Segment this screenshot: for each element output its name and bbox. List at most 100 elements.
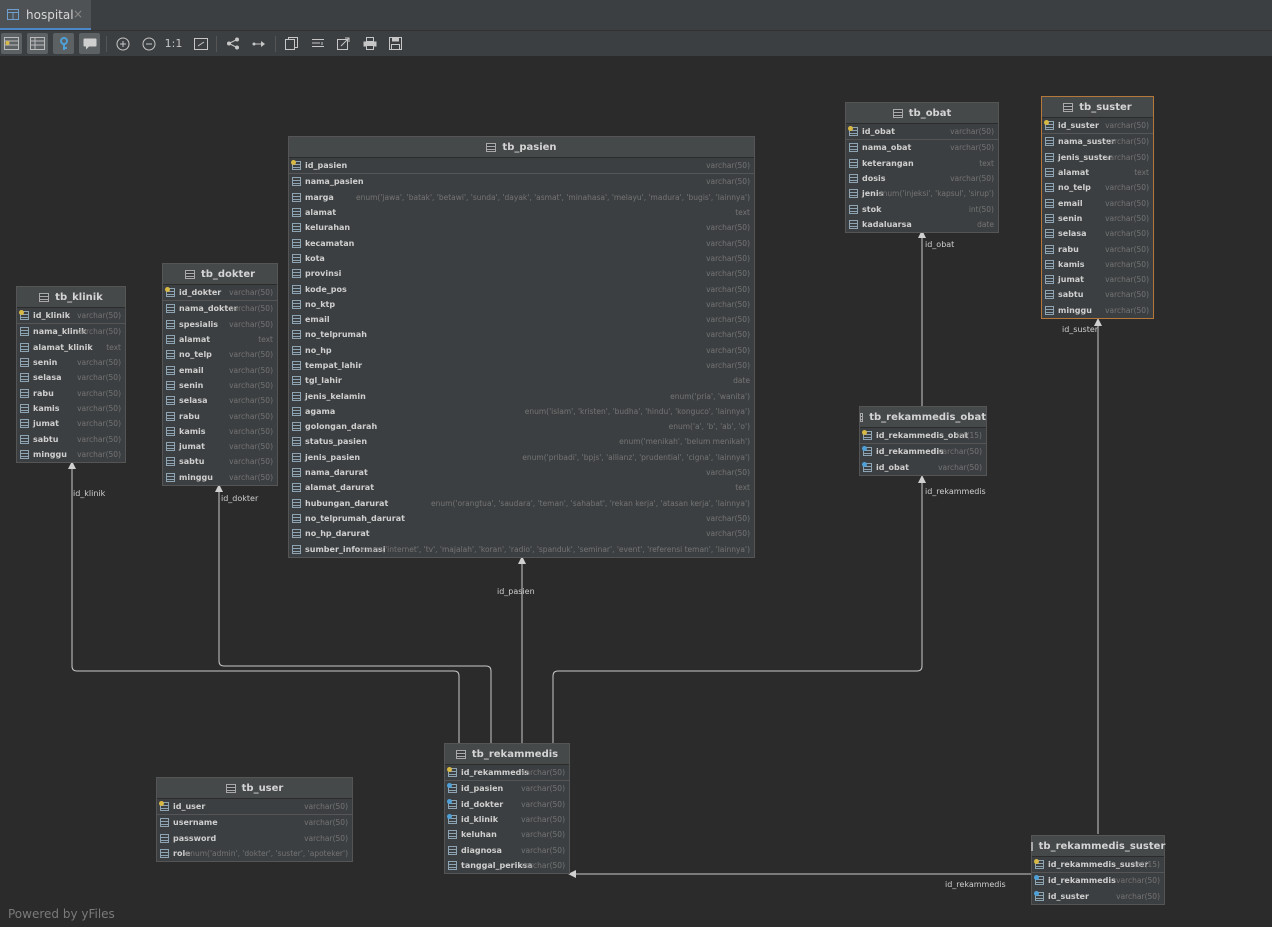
column-row[interactable]: senin varchar(50) bbox=[1042, 211, 1153, 226]
table-tb-klinik[interactable]: tb_klinik id_klinik varchar(50) nama_klinik… bbox=[16, 286, 126, 463]
table-tb-rekammedis-obat[interactable]: tb_rekammedis_obat id_rekammedis_obat int(… bbox=[859, 406, 987, 476]
column-row[interactable]: marga enum('jawa', 'batak', 'betawi', 'su… bbox=[289, 190, 754, 205]
column-row[interactable]: id_dokter varchar(50) bbox=[163, 285, 277, 302]
column-row[interactable]: username varchar(50) bbox=[157, 815, 352, 830]
column-row[interactable]: diagnosa varchar(50) bbox=[445, 842, 569, 857]
column-row[interactable]: nama_dokter varchar(50) bbox=[163, 301, 277, 316]
column-row[interactable]: id_klinik varchar(50) bbox=[17, 308, 125, 325]
column-row[interactable]: jumat varchar(50) bbox=[17, 416, 125, 431]
column-row[interactable]: nama_klinik varchar(50) bbox=[17, 324, 125, 339]
column-row[interactable]: no_telp varchar(50) bbox=[1042, 180, 1153, 195]
column-row[interactable]: keluhan varchar(50) bbox=[445, 827, 569, 842]
diagram-canvas[interactable]: id_klinik id_dokter id_pasien id_obat id… bbox=[0, 56, 1272, 927]
table-tb-pasien[interactable]: tb_pasien id_pasien varchar(50) nama_pasien… bbox=[288, 136, 755, 558]
column-row[interactable]: selasa varchar(50) bbox=[163, 393, 277, 408]
column-row[interactable]: sumber_informasi enum('internet', 'tv', '… bbox=[289, 541, 754, 556]
column-row[interactable]: jenis_kelamin enum('pria', 'wanita') bbox=[289, 388, 754, 403]
column-row[interactable]: keterangan text bbox=[846, 156, 998, 171]
columns-toggle-icon[interactable] bbox=[27, 33, 48, 54]
column-row[interactable]: id_user varchar(50) bbox=[157, 799, 352, 816]
column-row[interactable]: kode_pos varchar(50) bbox=[289, 281, 754, 296]
actual-size-button[interactable]: 1:1 bbox=[163, 33, 184, 54]
column-row[interactable]: id_suster varchar(50) bbox=[1032, 889, 1164, 904]
column-row[interactable]: minggu varchar(50) bbox=[17, 447, 125, 462]
column-row[interactable]: tempat_lahir varchar(50) bbox=[289, 358, 754, 373]
copy-icon[interactable] bbox=[281, 33, 302, 54]
column-row[interactable]: provinsi varchar(50) bbox=[289, 266, 754, 281]
column-row[interactable]: id_rekammedis varchar(50) bbox=[860, 444, 986, 459]
table-tb-suster[interactable]: tb_suster id_suster varchar(50) nama_suster… bbox=[1041, 96, 1154, 319]
key-icon[interactable] bbox=[53, 33, 74, 54]
column-row[interactable]: minggu varchar(50) bbox=[1042, 303, 1153, 318]
column-row[interactable]: password varchar(50) bbox=[157, 831, 352, 846]
key-columns-toggle-icon[interactable] bbox=[1, 33, 22, 54]
zoom-in-icon[interactable] bbox=[112, 33, 133, 54]
column-row[interactable]: jumat varchar(50) bbox=[163, 439, 277, 454]
column-row[interactable]: sabtu varchar(50) bbox=[1042, 287, 1153, 302]
column-row[interactable]: selasa varchar(50) bbox=[17, 370, 125, 385]
column-row[interactable]: alamat text bbox=[163, 332, 277, 347]
column-row[interactable]: alamat text bbox=[289, 205, 754, 220]
column-row[interactable]: stok int(50) bbox=[846, 201, 998, 216]
column-row[interactable]: sabtu varchar(50) bbox=[17, 431, 125, 446]
column-row[interactable]: jenis_pasien enum('pribadi', 'bpjs', 'all… bbox=[289, 450, 754, 465]
column-row[interactable]: sabtu varchar(50) bbox=[163, 454, 277, 469]
column-row[interactable]: no_telprumah_darurat varchar(50) bbox=[289, 511, 754, 526]
column-row[interactable]: minggu varchar(50) bbox=[163, 470, 277, 485]
comment-icon[interactable] bbox=[79, 33, 100, 54]
column-row[interactable]: dosis varchar(50) bbox=[846, 171, 998, 186]
column-row[interactable]: id_klinik varchar(50) bbox=[445, 812, 569, 827]
column-row[interactable]: status_pasien enum('menikah', 'belum meni… bbox=[289, 434, 754, 449]
column-row[interactable]: senin varchar(50) bbox=[17, 355, 125, 370]
tab-hospital[interactable]: hospital × bbox=[0, 0, 91, 30]
column-row[interactable]: id_rekammedis varchar(50) bbox=[445, 765, 569, 782]
column-row[interactable]: tanggal_periksa varchar(50) bbox=[445, 858, 569, 873]
column-row[interactable]: hubungan_darurat enum('orangtua', 'saudar… bbox=[289, 496, 754, 511]
table-header[interactable]: tb_rekammedis_suster bbox=[1030, 836, 1165, 857]
table-header[interactable]: tb_obat bbox=[846, 103, 998, 124]
column-row[interactable]: nama_darurat varchar(50) bbox=[289, 465, 754, 480]
column-row[interactable]: nama_pasien varchar(50) bbox=[289, 174, 754, 189]
table-header[interactable]: tb_suster bbox=[1042, 97, 1153, 118]
column-row[interactable]: kelurahan varchar(50) bbox=[289, 220, 754, 235]
column-row[interactable]: email varchar(50) bbox=[163, 362, 277, 377]
zoom-out-icon[interactable] bbox=[138, 33, 159, 54]
close-icon[interactable]: × bbox=[73, 7, 83, 21]
column-row[interactable]: alamat_darurat text bbox=[289, 480, 754, 495]
column-row[interactable]: jenis enum('injeksi', 'kapsul', 'sirup') bbox=[846, 186, 998, 201]
column-row[interactable]: email varchar(50) bbox=[289, 312, 754, 327]
route-edges-icon[interactable] bbox=[248, 33, 269, 54]
column-row[interactable]: tgl_lahir date bbox=[289, 373, 754, 388]
column-row[interactable]: kota varchar(50) bbox=[289, 251, 754, 266]
column-row[interactable]: id_rekammedis varchar(50) bbox=[1032, 873, 1164, 888]
column-row[interactable]: alamat text bbox=[1042, 165, 1153, 180]
print-icon[interactable] bbox=[359, 33, 380, 54]
appearance-icon[interactable] bbox=[307, 33, 328, 54]
column-row[interactable]: senin varchar(50) bbox=[163, 378, 277, 393]
column-row[interactable]: jumat varchar(50) bbox=[1042, 272, 1153, 287]
column-row[interactable]: id_rekammedis_suster int(15) bbox=[1032, 857, 1164, 874]
column-row[interactable]: nama_obat varchar(50) bbox=[846, 140, 998, 155]
table-header[interactable]: tb_dokter bbox=[163, 264, 277, 285]
column-row[interactable]: id_obat varchar(50) bbox=[846, 124, 998, 141]
column-row[interactable]: id_rekammedis_obat int(15) bbox=[860, 428, 986, 445]
column-row[interactable]: kamis varchar(50) bbox=[17, 401, 125, 416]
layout-icon[interactable] bbox=[222, 33, 243, 54]
column-row[interactable]: no_telp varchar(50) bbox=[163, 347, 277, 362]
column-row[interactable]: nama_suster varchar(50) bbox=[1042, 134, 1153, 149]
fit-content-icon[interactable] bbox=[190, 33, 211, 54]
column-row[interactable]: email varchar(50) bbox=[1042, 195, 1153, 210]
table-header[interactable]: tb_pasien bbox=[289, 137, 754, 158]
table-tb-rekammedis-suster[interactable]: tb_rekammedis_suster id_rekammedis_suster… bbox=[1030, 835, 1165, 905]
column-row[interactable]: id_suster varchar(50) bbox=[1042, 118, 1153, 135]
column-row[interactable]: spesialis varchar(50) bbox=[163, 317, 277, 332]
column-row[interactable]: role enum('admin', 'dokter', 'suster', 'a… bbox=[157, 846, 352, 861]
column-row[interactable]: selasa varchar(50) bbox=[1042, 226, 1153, 241]
table-header[interactable]: tb_klinik bbox=[17, 287, 125, 308]
column-row[interactable]: kamis varchar(50) bbox=[163, 424, 277, 439]
table-tb-dokter[interactable]: tb_dokter id_dokter varchar(50) nama_dokter… bbox=[162, 263, 278, 486]
table-header[interactable]: tb_user bbox=[157, 778, 352, 799]
save-icon[interactable] bbox=[385, 33, 406, 54]
table-tb-user[interactable]: tb_user id_user varchar(50) username varchar… bbox=[156, 777, 353, 863]
column-row[interactable]: rabu varchar(50) bbox=[1042, 241, 1153, 256]
